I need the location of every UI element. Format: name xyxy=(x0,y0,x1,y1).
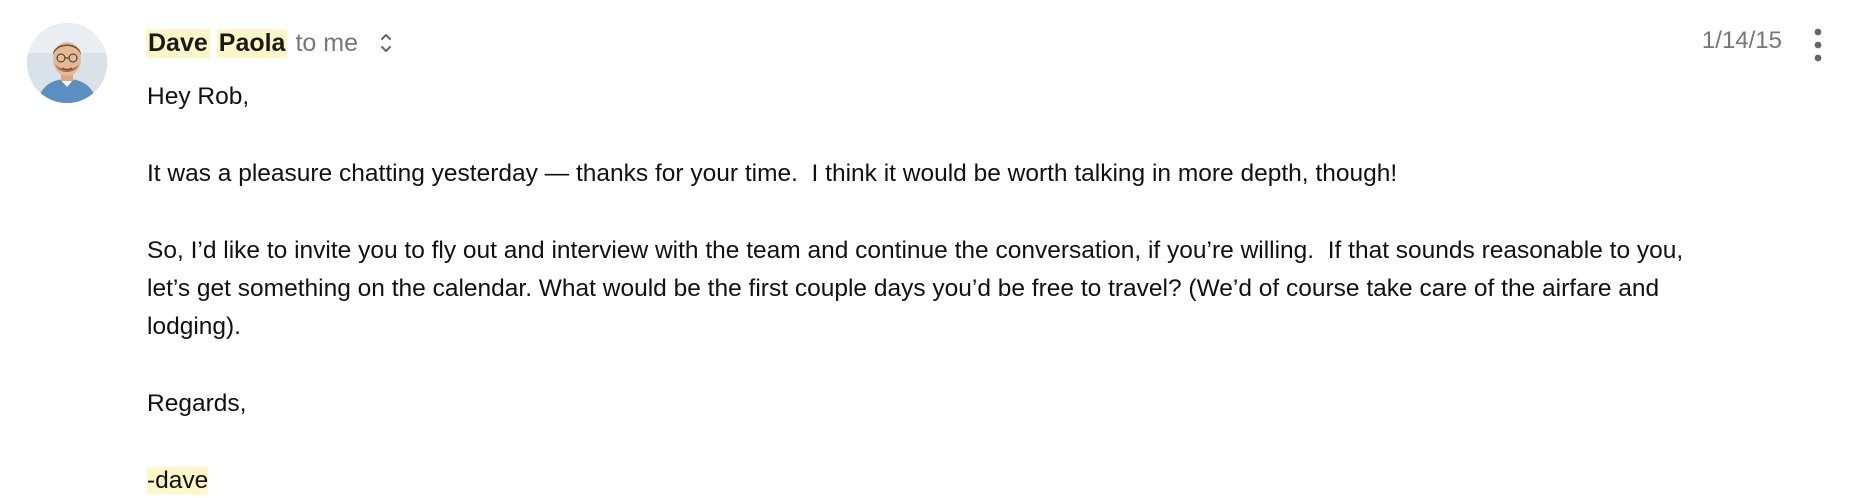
signature-block: -dave xyxy=(147,462,1727,498)
message-body: Hey Rob, It was a pleasure chatting yest… xyxy=(147,78,1727,498)
vertical-dots-icon[interactable] xyxy=(1806,26,1830,64)
sender-avatar[interactable] xyxy=(27,23,107,103)
body-paragraph-1: It was a pleasure chatting yesterday — t… xyxy=(147,160,1398,187)
message-header: Dave Paola to me xyxy=(146,23,396,63)
closing-text: Regards, xyxy=(147,390,247,417)
sender-name[interactable]: Dave Paola xyxy=(146,28,288,58)
signature-text: -dave xyxy=(147,467,209,494)
recipient-label: to me xyxy=(295,28,358,57)
greeting-text: Hey Rob, xyxy=(147,83,250,110)
sender-last-name: Paola xyxy=(216,28,288,58)
message-date: 1/14/15 xyxy=(1701,27,1782,54)
sender-avatar-photo xyxy=(27,23,107,103)
chevron-up-down-icon[interactable] xyxy=(376,28,396,58)
sender-first-name: Dave xyxy=(146,28,210,58)
email-message: Dave Paola to me 1/14/15 Hey Rob, It was… xyxy=(0,0,1874,498)
body-paragraph-2: So, I’d like to invite you to fly out an… xyxy=(147,237,1691,340)
